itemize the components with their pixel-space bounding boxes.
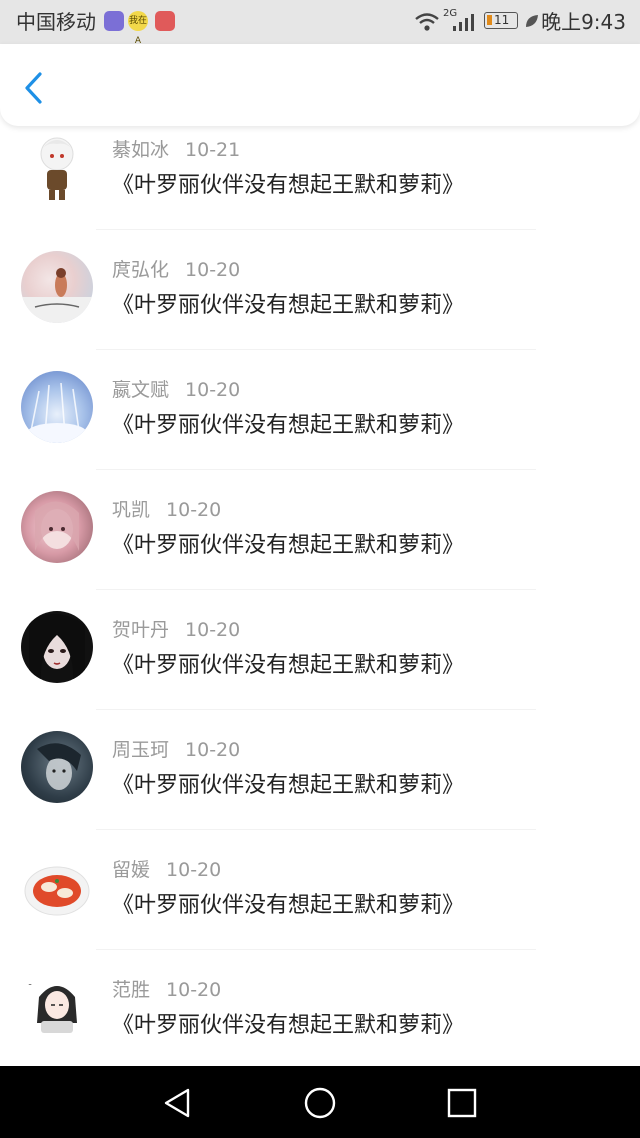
post-date: 10-20 — [185, 259, 241, 281]
post-date: 10-20 — [185, 739, 241, 761]
post-date: 10-20 — [166, 499, 222, 521]
svg-text:z: z — [27, 978, 32, 988]
system-home-button[interactable] — [303, 1086, 337, 1120]
clock-time: 晚上9:43 — [541, 10, 626, 34]
item-meta: 嬴文赋 10-20 — [112, 378, 240, 402]
divider — [96, 709, 536, 710]
list-item[interactable]: 嬴文赋 10-20 《叶罗丽伙伴没有想起王默和萝莉》 — [0, 366, 640, 486]
author-name: 庹弘化 — [112, 259, 170, 281]
list-item[interactable]: 巩凯 10-20 《叶罗丽伙伴没有想起王默和萝莉》 — [0, 486, 640, 606]
list-item[interactable]: 留媛 10-20 《叶罗丽伙伴没有想起王默和萝莉》 — [0, 846, 640, 966]
huawei-icon — [155, 11, 175, 31]
avatar[interactable] — [21, 491, 93, 563]
author-name: 留媛 — [112, 859, 151, 881]
carrier-label: 中国移动 — [16, 10, 96, 34]
item-title[interactable]: 《叶罗丽伙伴没有想起王默和萝莉》 — [112, 771, 464, 801]
post-date: 10-20 — [185, 379, 241, 401]
divider — [96, 589, 536, 590]
author-name: 贺叶丹 — [112, 619, 170, 641]
avatar[interactable] — [21, 251, 93, 323]
battery-level: 11 — [494, 13, 510, 27]
item-meta: 周玉珂 10-20 — [112, 738, 240, 762]
divider — [96, 949, 536, 950]
avatar[interactable] — [21, 371, 93, 443]
item-title[interactable]: 《叶罗丽伙伴没有想起王默和萝莉》 — [112, 411, 464, 441]
item-title[interactable]: 《叶罗丽伙伴没有想起王默和萝莉》 — [112, 1011, 464, 1041]
status-bar: 中国移动 我在A 2G 11 晚上9:43 — [0, 0, 640, 46]
comment-list: 綦如冰 10-21 《叶罗丽伙伴没有想起王默和萝莉》 庹弘化 10-20 《叶罗丽伙… — [0, 126, 640, 1066]
system-recents-button[interactable] — [445, 1086, 479, 1120]
item-meta: 留媛 10-20 — [112, 858, 221, 882]
item-meta: 庹弘化 10-20 — [112, 258, 240, 282]
divider — [96, 469, 536, 470]
post-date: 10-21 — [185, 139, 241, 161]
divider — [96, 829, 536, 830]
svg-text:z: z — [31, 973, 35, 981]
item-meta: 贺叶丹 10-20 — [112, 618, 240, 642]
list-item[interactable]: 庹弘化 10-20 《叶罗丽伙伴没有想起王默和萝莉》 — [0, 246, 640, 366]
wifi-icon — [415, 13, 439, 31]
navigation-bar — [0, 44, 640, 126]
post-date: 10-20 — [185, 619, 241, 641]
list-item[interactable]: 周玉珂 10-20 《叶罗丽伙伴没有想起王默和萝莉》 — [0, 726, 640, 846]
chevron-left-icon — [25, 72, 42, 104]
item-meta: 巩凯 10-20 — [112, 498, 221, 522]
app-notification-icon — [104, 11, 124, 31]
author-name: 綦如冰 — [112, 139, 170, 161]
author-name: 嬴文赋 — [112, 379, 170, 401]
avatar[interactable] — [21, 851, 93, 923]
avatar[interactable]: z z — [21, 971, 93, 1043]
avatar[interactable] — [21, 132, 93, 204]
author-name: 范胜 — [112, 979, 151, 1001]
list-item[interactable]: 贺叶丹 10-20 《叶罗丽伙伴没有想起王默和萝莉》 — [0, 606, 640, 726]
item-title[interactable]: 《叶罗丽伙伴没有想起王默和萝莉》 — [112, 531, 464, 561]
item-meta: 綦如冰 10-21 — [112, 138, 240, 162]
item-title[interactable]: 《叶罗丽伙伴没有想起王默和萝莉》 — [112, 891, 464, 921]
circle-home-icon — [304, 1087, 336, 1119]
signal-icon — [453, 14, 474, 31]
leaf-icon — [526, 15, 538, 27]
post-date: 10-20 — [166, 859, 222, 881]
item-meta: 范胜 10-20 — [112, 978, 221, 1002]
item-title[interactable]: 《叶罗丽伙伴没有想起王默和萝莉》 — [112, 651, 464, 681]
system-navigation-bar — [0, 1066, 640, 1138]
author-name: 周玉珂 — [112, 739, 170, 761]
item-title[interactable]: 《叶罗丽伙伴没有想起王默和萝莉》 — [112, 291, 464, 321]
triangle-back-icon — [164, 1088, 190, 1118]
avatar[interactable] — [21, 731, 93, 803]
system-back-button[interactable] — [160, 1086, 194, 1120]
list-item[interactable]: 綦如冰 10-21 《叶罗丽伙伴没有想起王默和萝莉》 — [0, 126, 640, 246]
square-recents-icon — [447, 1088, 477, 1118]
post-date: 10-20 — [166, 979, 222, 1001]
list-item[interactable]: z z 范胜 10-20 《叶罗丽伙伴没有想起王默和萝莉》 — [0, 966, 640, 1066]
author-name: 巩凯 — [112, 499, 151, 521]
item-title[interactable]: 《叶罗丽伙伴没有想起王默和萝莉》 — [112, 171, 464, 201]
back-button[interactable] — [14, 68, 54, 108]
avatar[interactable] — [21, 611, 93, 683]
battery-icon: 11 — [484, 12, 518, 29]
app-badge-icon: 我在A — [128, 11, 148, 46]
divider — [96, 229, 536, 230]
divider — [96, 349, 536, 350]
